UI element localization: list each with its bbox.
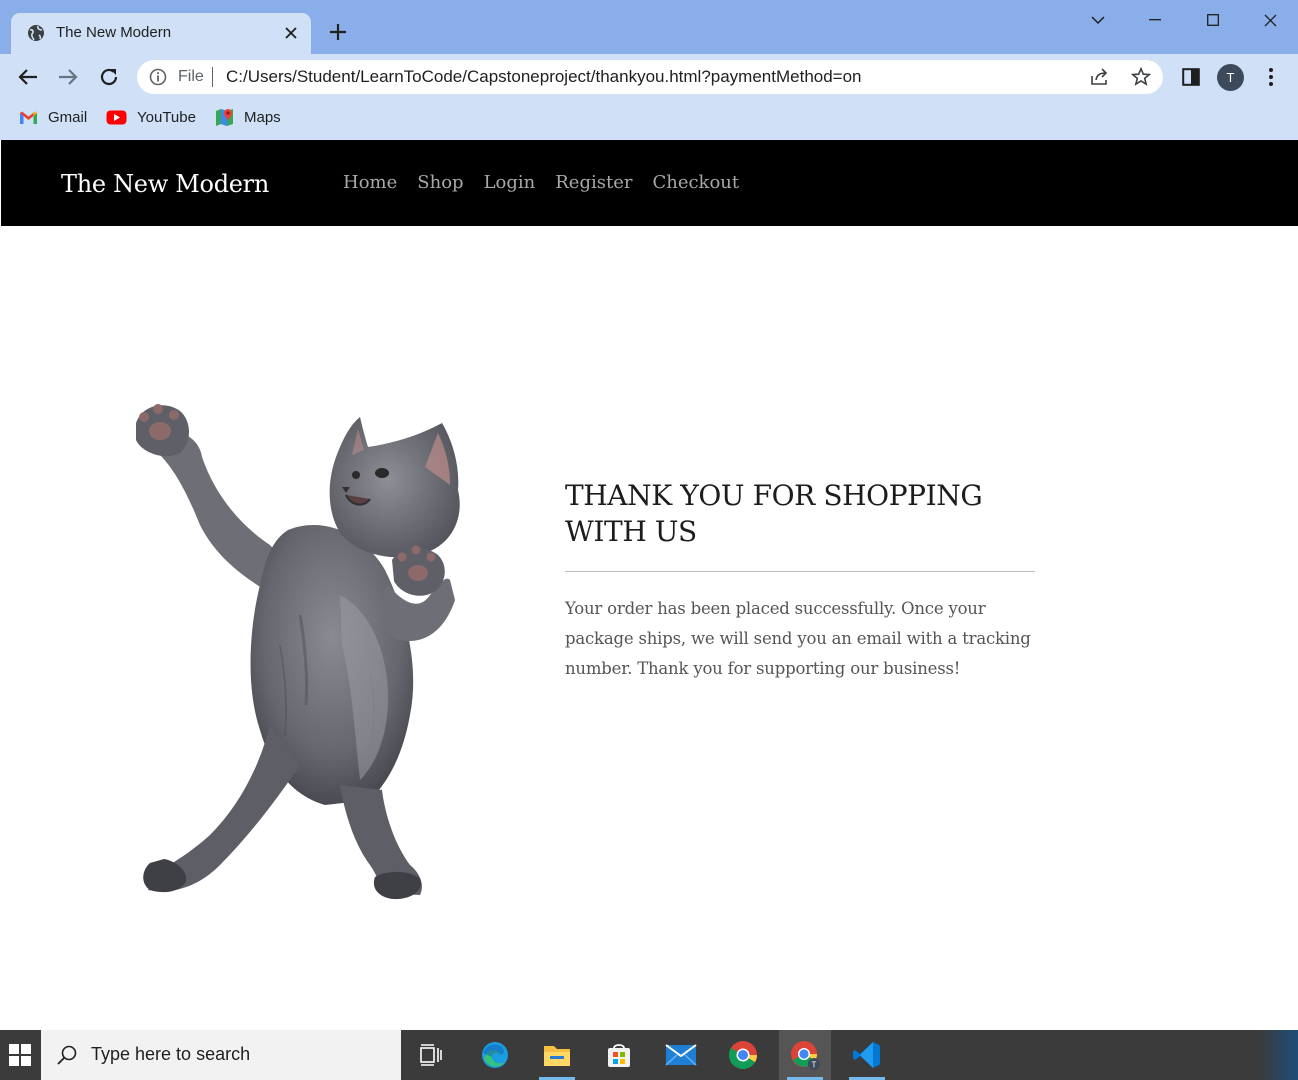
edge-icon[interactable] bbox=[469, 1030, 521, 1080]
reload-icon[interactable] bbox=[96, 64, 122, 90]
minimize-icon[interactable] bbox=[1141, 6, 1169, 34]
heading-line-2: WITH US bbox=[565, 515, 697, 548]
confirmation-message: Your order has been placed successfully.… bbox=[565, 599, 1031, 678]
bookmark-youtube[interactable]: YouTube bbox=[106, 107, 196, 127]
side-panel-icon[interactable] bbox=[1178, 64, 1204, 90]
vs-code-icon[interactable] bbox=[841, 1030, 893, 1080]
section-divider bbox=[565, 571, 1035, 572]
mail-icon[interactable] bbox=[655, 1030, 707, 1080]
tab-search-icon[interactable] bbox=[1084, 6, 1112, 34]
window-close-icon[interactable] bbox=[1256, 6, 1284, 34]
bookmark-gmail[interactable]: Gmail bbox=[19, 107, 87, 127]
thank-you-heading: THANK YOU FOR SHOPPING WITH US bbox=[565, 478, 1035, 550]
close-tab-icon[interactable] bbox=[281, 23, 301, 43]
url-text[interactable]: C:/Users/Student/LearnToCode/Capstonepro… bbox=[226, 67, 862, 87]
nav-shop[interactable]: Shop bbox=[417, 172, 463, 193]
youtube-icon bbox=[106, 110, 127, 124]
gmail-icon bbox=[20, 111, 37, 124]
tab-title: The New Modern bbox=[56, 24, 172, 41]
bookmark-label: YouTube bbox=[137, 108, 196, 126]
back-arrow-icon[interactable] bbox=[15, 64, 41, 90]
browser-toolbar: File C:/Users/Student/LearnToCode/Capsto… bbox=[0, 54, 1298, 100]
profile-avatar[interactable]: T bbox=[1217, 64, 1244, 91]
site-brand[interactable]: The New Modern bbox=[61, 170, 269, 198]
main-nav: Home Shop Login Register Checkout bbox=[343, 172, 739, 193]
confirmation-section: THANK YOU FOR SHOPPING WITH US Your orde… bbox=[565, 478, 1035, 701]
chrome-profile-icon[interactable]: T bbox=[779, 1030, 831, 1080]
nav-home[interactable]: Home bbox=[343, 172, 397, 193]
info-icon[interactable] bbox=[149, 68, 167, 86]
address-bar[interactable]: File C:/Users/Student/LearnToCode/Capsto… bbox=[137, 60, 1163, 94]
bookmark-label: Maps bbox=[244, 108, 281, 126]
file-scheme-label: File bbox=[178, 68, 204, 85]
browser-title-bar: The New Modern bbox=[0, 0, 1298, 54]
menu-kebab-icon[interactable] bbox=[1258, 64, 1284, 90]
browser-tab[interactable]: The New Modern bbox=[11, 13, 311, 54]
omnibox-divider bbox=[212, 67, 213, 87]
nav-register[interactable]: Register bbox=[555, 172, 632, 193]
maximize-icon[interactable] bbox=[1199, 6, 1227, 34]
microsoft-store-icon[interactable] bbox=[593, 1030, 645, 1080]
search-placeholder: Type here to search bbox=[91, 1044, 251, 1064]
svg-text:T: T bbox=[812, 1061, 817, 1070]
site-header: The New Modern Home Shop Login Register … bbox=[1, 140, 1298, 226]
nav-login[interactable]: Login bbox=[484, 172, 536, 193]
bookmarks-bar: Gmail YouTube Maps bbox=[0, 100, 1298, 140]
bookmark-maps[interactable]: Maps bbox=[215, 107, 281, 127]
dancing-cat-image bbox=[120, 395, 500, 910]
globe-icon bbox=[28, 25, 44, 41]
heading-line-1: THANK YOU FOR SHOPPING bbox=[565, 479, 983, 512]
nav-checkout[interactable]: Checkout bbox=[652, 172, 739, 193]
bookmark-star-icon[interactable] bbox=[1131, 67, 1151, 87]
maps-icon bbox=[216, 108, 233, 126]
task-view-icon[interactable] bbox=[405, 1030, 457, 1080]
taskbar-search-box[interactable]: Type here to search bbox=[41, 1030, 401, 1080]
share-icon[interactable] bbox=[1090, 67, 1110, 87]
forward-arrow-icon[interactable] bbox=[55, 64, 81, 90]
taskbar-edge bbox=[1258, 1030, 1298, 1080]
new-tab-icon[interactable] bbox=[326, 20, 350, 44]
search-icon bbox=[57, 1045, 77, 1065]
windows-start-icon[interactable] bbox=[0, 1030, 40, 1080]
chrome-icon[interactable] bbox=[717, 1030, 769, 1080]
bookmark-label: Gmail bbox=[48, 108, 88, 126]
file-explorer-icon[interactable] bbox=[531, 1030, 583, 1080]
windows-taskbar: Type here to search T bbox=[0, 1030, 1298, 1080]
